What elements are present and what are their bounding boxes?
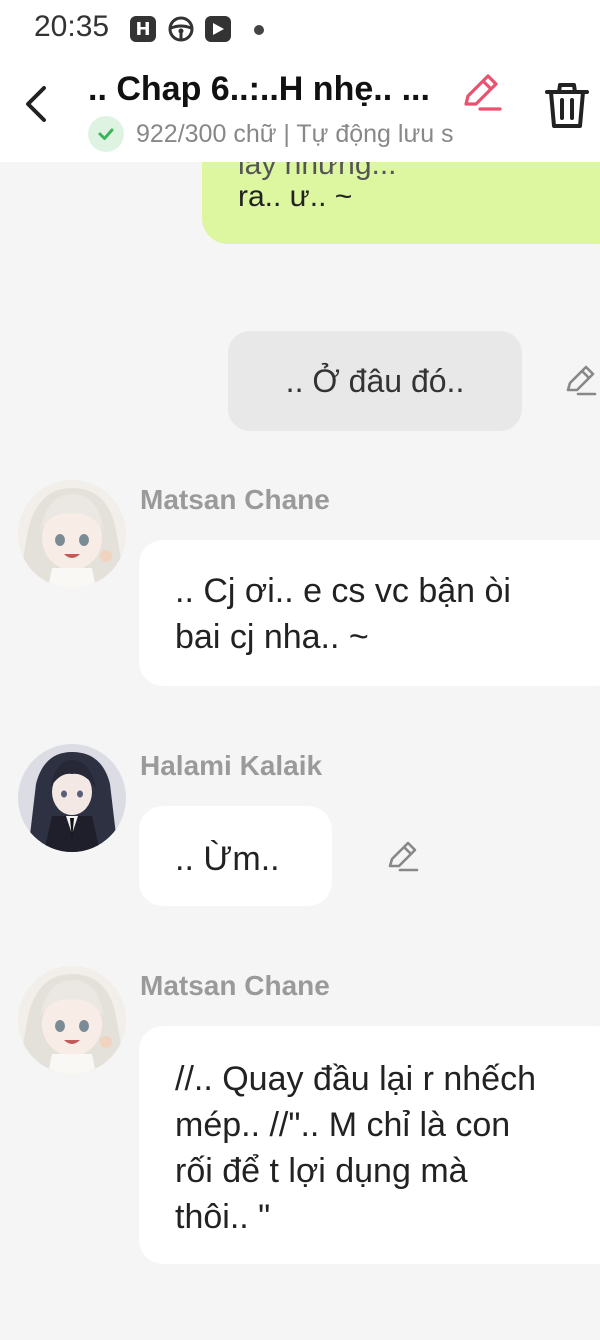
chat-area: lay nhưng... ra.. ư.. ~ .. Ở đâu đó.. Ma… [0,0,600,1340]
edit-pencil-icon [464,74,502,111]
edit-message-icon[interactable] [562,362,598,398]
narration-text: .. Ở đâu đó.. [285,362,465,399]
back-button[interactable] [14,80,58,128]
message-line: bai cj nha.. ~ [175,618,369,656]
chapter-title[interactable]: .. Chap 6..:..H nhẹ.. ... [88,70,458,109]
message-line: thôi.. " [175,1198,271,1236]
edit-message-icon[interactable] [384,838,420,874]
message-bubble[interactable]: //.. Quay đầu lại r nhếch mép.. //".. M … [139,1026,600,1264]
message-line: .. Cj ơi.. e cs vc bận òi [175,572,511,610]
back-arrow-icon [26,86,46,122]
message-line: mép.. //".. M chỉ là con [175,1106,511,1144]
status-time: 20:35 [34,10,110,43]
message-text: ra.. ư.. ~ [238,180,353,213]
word-count-autosave: 922/300 chữ | Tự động lưu s [136,119,454,148]
save-status-row: 922/300 chữ | Tự động lưu s [88,116,500,152]
message-line: rối để t lợi dụng mà [175,1152,468,1190]
play-store-icon [205,16,231,42]
avatar-matsan-chane[interactable] [18,480,126,588]
h-app-icon: H [130,16,156,42]
trash-icon [545,83,589,128]
chapter-header: .. Chap 6..:..H nhẹ.. ... 922/300 chữ | … [0,58,600,162]
narration-bubble[interactable]: .. Ở đâu đó.. [228,331,522,431]
steering-wheel-icon [168,16,194,42]
sender-name: Matsan Chane [140,484,330,515]
edit-title-button[interactable] [460,70,504,114]
message-bubble[interactable]: .. Ừm.. [139,806,332,906]
check-icon [88,116,124,152]
sender-name: Halami Kalaik [140,750,323,781]
message-line: //.. Quay đầu lại r nhếch [175,1060,536,1098]
notification-dot [254,25,264,35]
avatar-halami-kalaik[interactable] [18,744,126,852]
message-bubble[interactable]: .. Cj ơi.. e cs vc bận òi bai cj nha.. ~ [139,540,600,686]
message-line: .. Ừm.. [175,840,280,878]
avatar-matsan-chane[interactable] [18,966,126,1074]
status-bar: 20:35 H [0,0,600,58]
delete-button[interactable] [542,80,592,132]
sender-name: Matsan Chane [140,970,330,1001]
